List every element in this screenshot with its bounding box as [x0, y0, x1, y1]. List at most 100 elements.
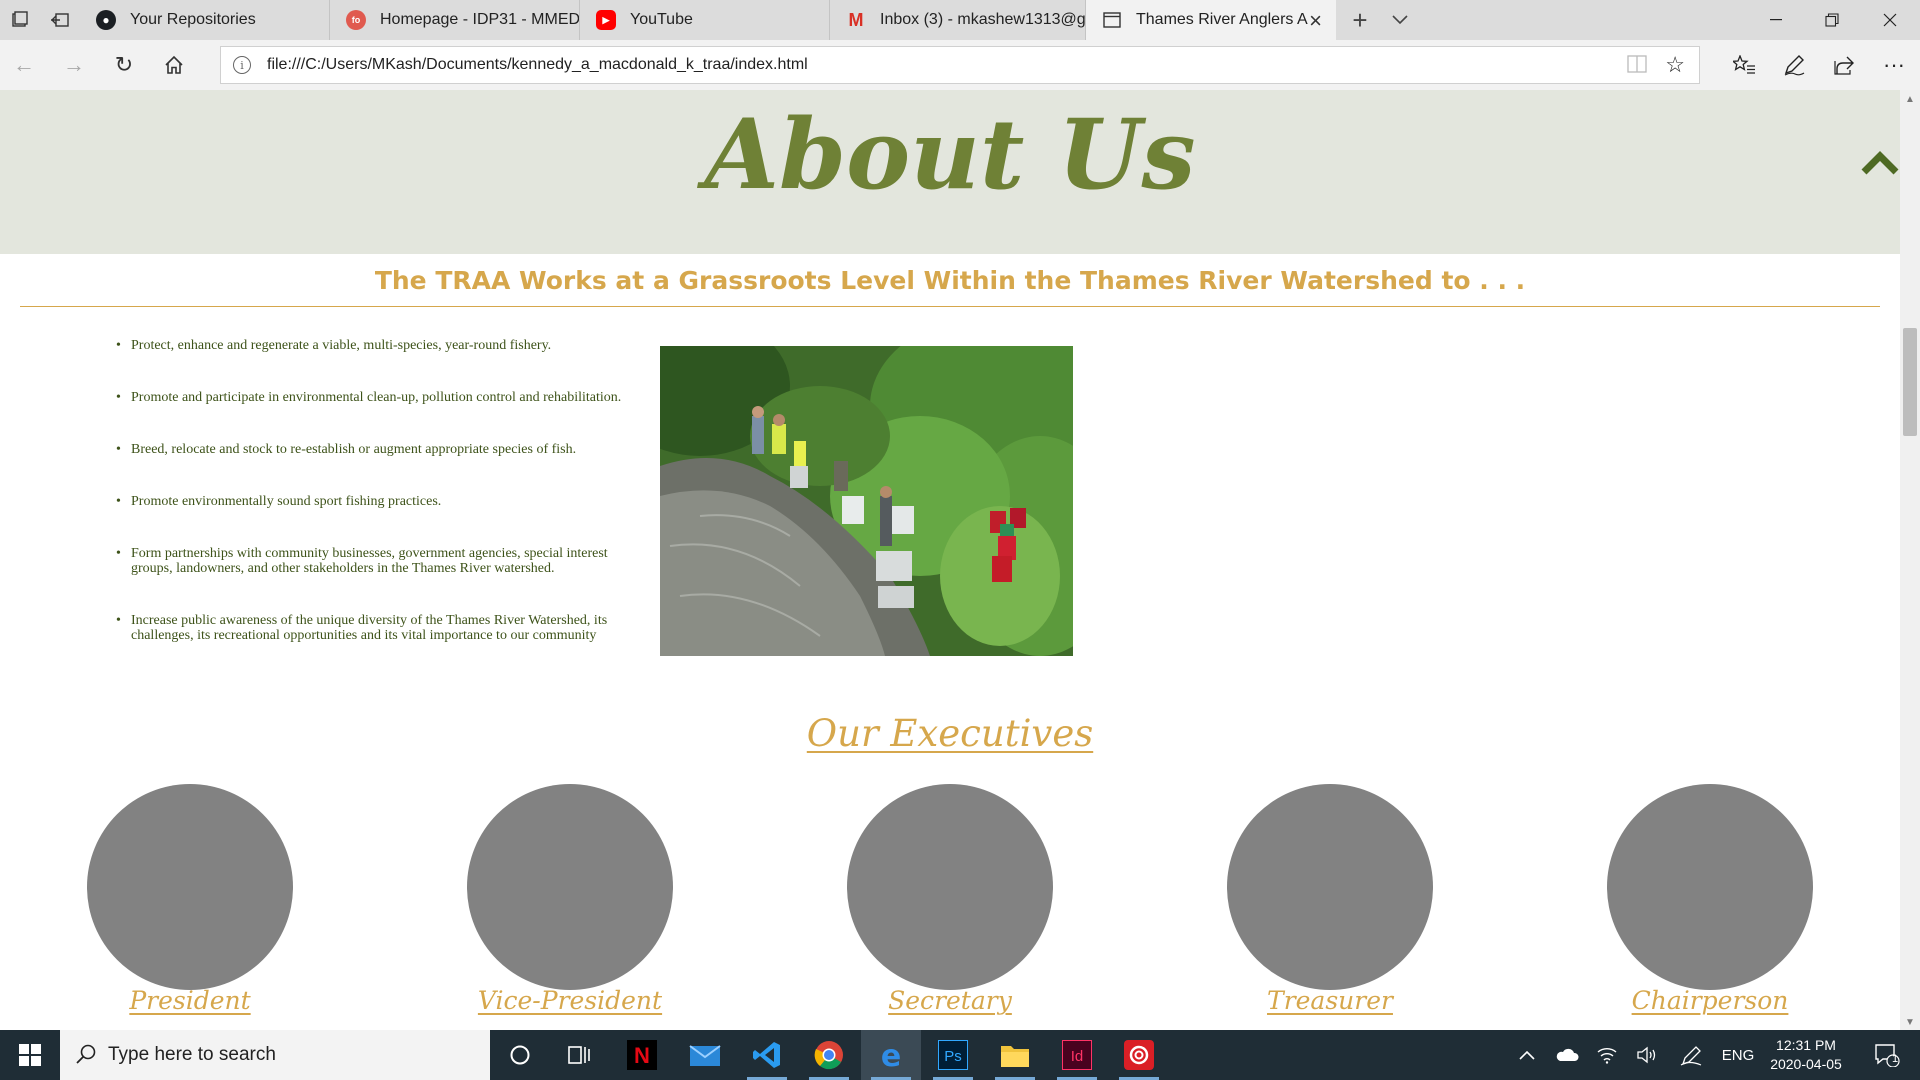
- vscode-icon[interactable]: [737, 1030, 797, 1080]
- scroll-up-icon[interactable]: ▲: [1905, 94, 1915, 105]
- browser-toolbar: ← → ↻ i file:///C:/Users/MKash/Documents…: [0, 40, 1920, 90]
- svg-text:N: N: [634, 1043, 650, 1068]
- volume-icon[interactable]: [1632, 1030, 1662, 1080]
- set-tabs-aside-icon[interactable]: [40, 0, 80, 40]
- more-icon[interactable]: ···: [1872, 45, 1916, 85]
- web-page: About Us The TRAA Works at a Grassroots …: [0, 90, 1900, 1030]
- close-window-icon[interactable]: [1862, 0, 1918, 40]
- url-text[interactable]: file:///C:/Users/MKash/Documents/kennedy…: [267, 56, 808, 74]
- executive-card: Secretary: [847, 784, 1053, 1015]
- executive-role-link[interactable]: Vice-President: [407, 986, 733, 1015]
- chrome-icon[interactable]: [799, 1030, 859, 1080]
- new-tab-icon[interactable]: +: [1340, 0, 1380, 40]
- tab-thames-river-anglers[interactable]: Thames River Anglers A ×: [1086, 0, 1336, 40]
- language-indicator[interactable]: ENG: [1718, 1030, 1758, 1080]
- github-icon: ●: [96, 10, 116, 30]
- svg-text:e: e: [881, 1040, 901, 1070]
- tab-manager-icon[interactable]: [0, 0, 40, 40]
- share-icon[interactable]: [1822, 45, 1866, 85]
- refresh-icon[interactable]: ↻: [104, 45, 144, 85]
- info-icon[interactable]: i: [233, 56, 251, 74]
- executive-card: Chairperson: [1607, 784, 1813, 1015]
- file-explorer-icon[interactable]: [985, 1030, 1045, 1080]
- page-scrollbar[interactable]: ▲ ▼: [1900, 90, 1920, 1030]
- browser-tab-strip: ● Your Repositories fo Homepage - IDP31 …: [0, 0, 1920, 40]
- avatar: [1607, 784, 1813, 990]
- minimize-icon[interactable]: [1748, 0, 1804, 40]
- scrollbar-thumb[interactable]: [1903, 328, 1917, 436]
- fol-icon: fo: [346, 10, 366, 30]
- cortana-icon[interactable]: [490, 1030, 550, 1080]
- notification-badge: 1: [1892, 1053, 1899, 1065]
- tab-title: Thames River Anglers A: [1136, 11, 1308, 28]
- river-cleanup-photo: [660, 346, 1073, 656]
- pen-notes-icon[interactable]: [1772, 45, 1816, 85]
- tab-your-repositories[interactable]: ● Your Repositories: [80, 0, 330, 40]
- clock-time: 12:31 PM: [1776, 1037, 1836, 1053]
- close-tab-icon[interactable]: ×: [1309, 8, 1322, 34]
- creative-cloud-icon[interactable]: [1109, 1030, 1169, 1080]
- tab-gmail-inbox[interactable]: M Inbox (3) - mkashew1313@g: [830, 0, 1086, 40]
- list-item: Breed, relocate and stock to re-establis…: [116, 442, 650, 457]
- page-title: About Us: [704, 98, 1196, 211]
- about-banner: About Us: [0, 90, 1900, 254]
- clock-date: 2020-04-05: [1770, 1056, 1842, 1072]
- taskbar-clock[interactable]: 12:31 PM 2020-04-05: [1756, 1036, 1856, 1074]
- gmail-icon: M: [848, 9, 864, 30]
- address-bar[interactable]: i file:///C:/Users/MKash/Documents/kenne…: [220, 46, 1700, 84]
- executive-card: Treasurer: [1227, 784, 1433, 1015]
- restore-icon[interactable]: [1804, 0, 1860, 40]
- onedrive-icon[interactable]: [1552, 1030, 1582, 1080]
- executive-card: Vice-President: [467, 784, 673, 1015]
- list-item: Promote environmentally sound sport fish…: [116, 494, 650, 509]
- tab-homepage-idp31[interactable]: fo Homepage - IDP31 - MMED: [330, 0, 580, 40]
- photoshop-icon[interactable]: Ps: [923, 1030, 983, 1080]
- taskbar-search-input[interactable]: Type here to search: [60, 1030, 490, 1080]
- windows-start-icon[interactable]: [0, 1030, 60, 1080]
- pen-workspace-icon[interactable]: [1676, 1030, 1706, 1080]
- list-item: Form partnerships with community busines…: [116, 546, 650, 576]
- executive-role-link[interactable]: Secretary: [787, 986, 1113, 1015]
- back-arrow-icon[interactable]: ←: [4, 45, 44, 85]
- mail-icon[interactable]: [675, 1030, 735, 1080]
- favorite-star-icon[interactable]: ☆: [1665, 52, 1685, 78]
- chevron-down-icon[interactable]: [1380, 0, 1420, 40]
- scroll-to-top-icon[interactable]: [1860, 142, 1900, 182]
- executives-heading: Our Executives: [0, 712, 1900, 755]
- task-view-icon[interactable]: [550, 1030, 610, 1080]
- executive-role-link[interactable]: Treasurer: [1167, 986, 1493, 1015]
- svg-text:Ps: Ps: [944, 1048, 962, 1065]
- youtube-icon: ▶: [596, 10, 616, 30]
- executive-role-link[interactable]: Chairperson: [1547, 986, 1873, 1015]
- tab-title: Your Repositories: [130, 11, 256, 28]
- home-icon[interactable]: [154, 45, 194, 85]
- avatar: [847, 784, 1053, 990]
- reading-view-icon[interactable]: [1627, 55, 1647, 78]
- executives-heading-text[interactable]: Our Executives: [807, 712, 1093, 755]
- executive-role-link[interactable]: President: [27, 986, 353, 1015]
- edge-icon[interactable]: e: [861, 1030, 921, 1080]
- action-center-icon[interactable]: 1: [1862, 1030, 1912, 1080]
- divider: [20, 306, 1880, 307]
- tab-title: Inbox (3) - mkashew1313@g: [880, 11, 1086, 28]
- chevron-up-icon[interactable]: [1512, 1030, 1542, 1080]
- tab-title: YouTube: [630, 11, 693, 28]
- list-item: Increase public awareness of the unique …: [116, 613, 650, 643]
- avatar: [467, 784, 673, 990]
- goals-list: Protect, enhance and regenerate a viable…: [116, 338, 650, 643]
- netflix-icon[interactable]: N: [612, 1030, 672, 1080]
- scroll-down-icon[interactable]: ▼: [1905, 1017, 1915, 1028]
- favorites-list-icon[interactable]: [1722, 45, 1766, 85]
- windows-taskbar: Type here to search N e Ps Id ENG 12:31 …: [0, 1030, 1920, 1080]
- wifi-icon[interactable]: [1592, 1030, 1622, 1080]
- list-item: Protect, enhance and regenerate a viable…: [116, 338, 650, 353]
- list-item: Promote and participate in environmental…: [116, 390, 650, 405]
- section-subtitle: The TRAA Works at a Grassroots Level Wit…: [374, 266, 1526, 295]
- tab-youtube[interactable]: ▶ YouTube: [580, 0, 830, 40]
- svg-text:Id: Id: [1071, 1048, 1084, 1065]
- search-placeholder: Type here to search: [108, 1044, 276, 1065]
- tab-title: Homepage - IDP31 - MMED: [380, 11, 580, 28]
- forward-arrow-icon[interactable]: →: [54, 45, 94, 85]
- avatar: [87, 784, 293, 990]
- indesign-icon[interactable]: Id: [1047, 1030, 1107, 1080]
